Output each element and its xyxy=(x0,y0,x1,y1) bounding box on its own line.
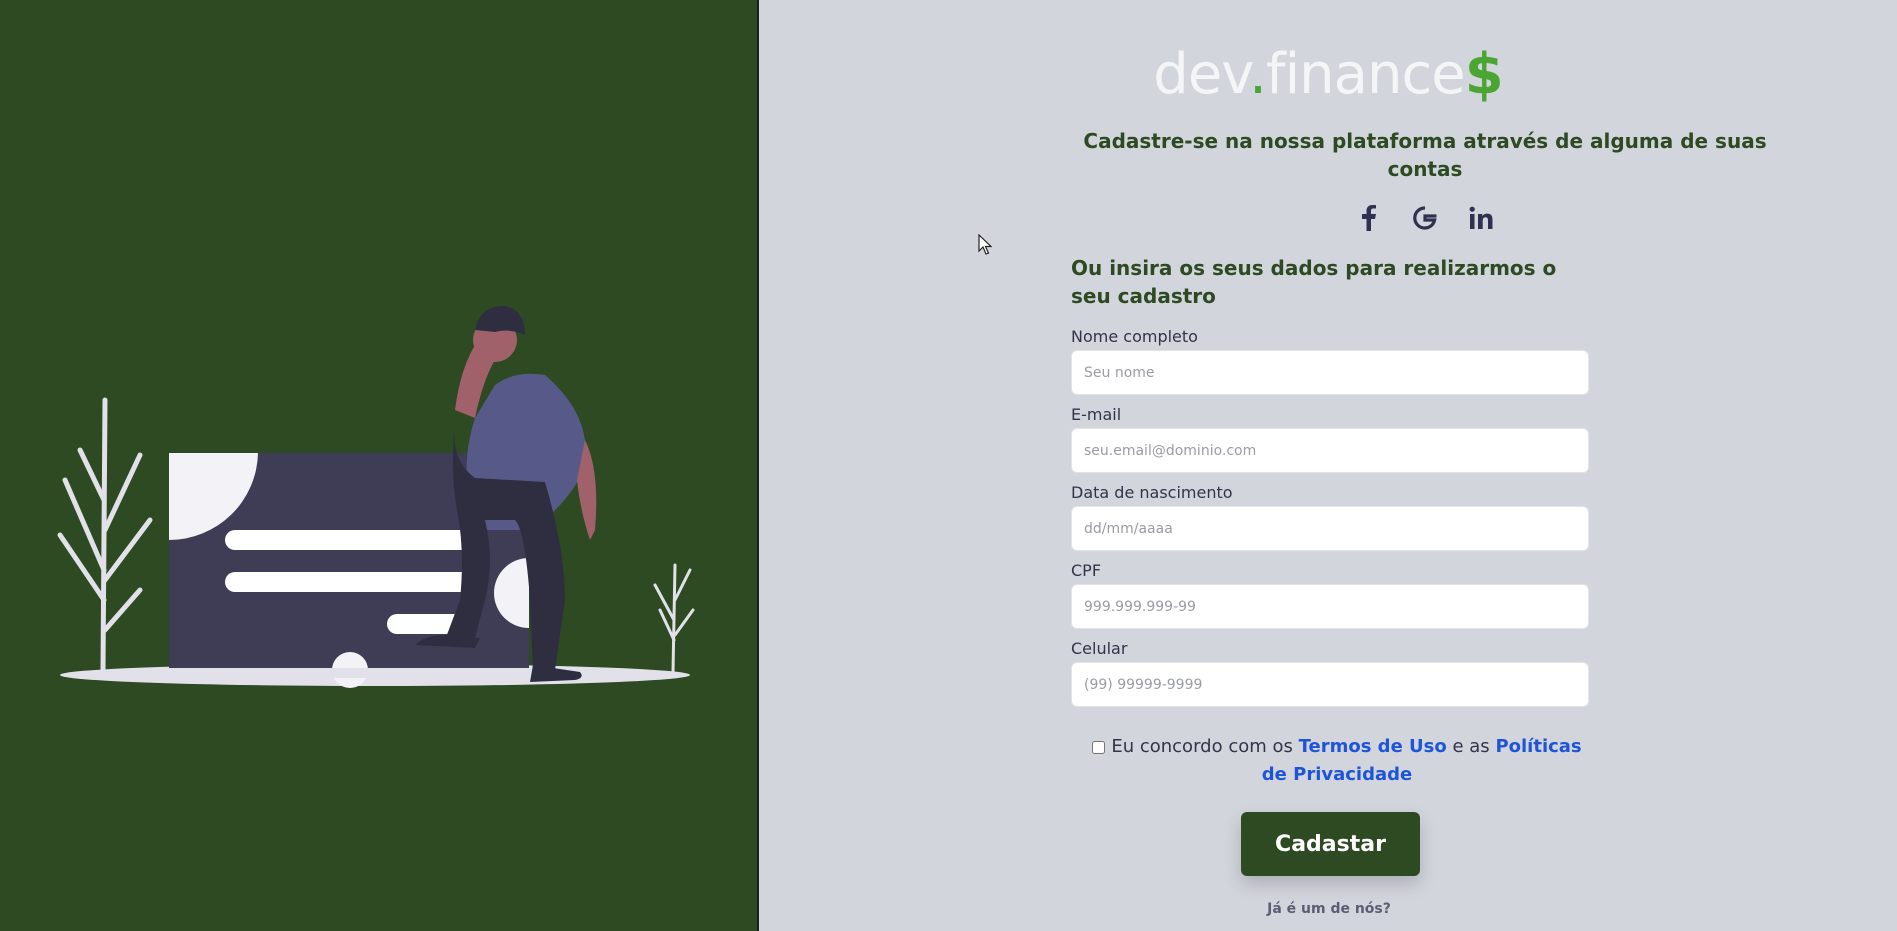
terms-checkbox[interactable] xyxy=(1092,740,1106,754)
terms-prefix: Eu concordo com os xyxy=(1111,736,1293,757)
illustration-panel xyxy=(0,0,757,931)
phone-input[interactable] xyxy=(1071,662,1589,707)
cpf-label: CPF xyxy=(1071,561,1102,580)
linkedin-icon xyxy=(1469,206,1493,229)
mouse-cursor-icon xyxy=(978,234,992,255)
signup-headline: Cadastre-se na nossa plataforma através … xyxy=(1083,129,1767,181)
already-member-link[interactable]: Já é um de nós? xyxy=(1179,901,1479,917)
terms-middle: e as xyxy=(1452,736,1490,757)
google-login-button[interactable] xyxy=(1412,203,1438,233)
name-input[interactable] xyxy=(1071,350,1589,395)
phone-label: Celular xyxy=(1071,639,1128,658)
birth-date-label: Data de nascimento xyxy=(1071,483,1233,502)
form-subhead: Ou insira os seus dados para realizarmos… xyxy=(1071,256,1557,308)
signup-panel: dev.finance$ Cadastre-se na nossa plataf… xyxy=(759,0,1897,931)
birth-date-input[interactable] xyxy=(1071,506,1589,551)
social-login-row xyxy=(1260,203,1590,233)
app-logo: dev.finance$ xyxy=(1153,42,1503,107)
terms-agreement: Eu concordo com os Termos de Uso e as Po… xyxy=(1077,733,1597,789)
name-label: Nome completo xyxy=(1071,327,1198,346)
thinking-man-illustration xyxy=(57,305,695,688)
linkedin-login-button[interactable] xyxy=(1468,203,1494,233)
terms-of-use-link[interactable]: Termos de Uso xyxy=(1299,736,1447,757)
facebook-icon xyxy=(1362,205,1376,231)
email-input[interactable] xyxy=(1071,428,1589,473)
facebook-login-button[interactable] xyxy=(1356,203,1382,233)
google-icon xyxy=(1413,206,1437,230)
cpf-input[interactable] xyxy=(1071,584,1589,629)
submit-button[interactable]: Cadastar xyxy=(1241,812,1420,876)
email-label: E-mail xyxy=(1071,405,1122,424)
